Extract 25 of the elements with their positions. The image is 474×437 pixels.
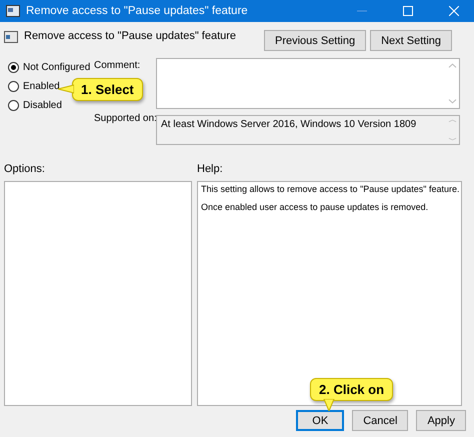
- options-label: Options:: [4, 163, 45, 177]
- comment-field[interactable]: [156, 58, 460, 109]
- apply-button[interactable]: Apply: [416, 410, 466, 431]
- ok-button[interactable]: OK: [296, 410, 344, 431]
- policy-icon: [4, 31, 18, 43]
- cancel-button[interactable]: Cancel: [352, 410, 408, 431]
- callout-pointer: [58, 84, 74, 94]
- window-title: Remove access to "Pause updates" feature: [26, 5, 249, 17]
- supported-on-label: Supported on:: [94, 112, 157, 124]
- help-text: This setting allows to remove access to "Pause updates" feature.: [201, 184, 458, 194]
- callout-pointer: [323, 399, 335, 411]
- comment-label: Comment:: [94, 59, 140, 71]
- next-setting-button[interactable]: Next Setting: [370, 30, 452, 51]
- setting-title: Remove access to "Pause updates" feature: [24, 30, 238, 42]
- maximize-icon: [403, 6, 413, 16]
- help-text: Once enabled user access to pause updates is removed.: [201, 202, 430, 212]
- help-label: Help:: [197, 163, 223, 177]
- radio-option[interactable]: Not Configured: [8, 60, 94, 74]
- callout-text: 1. Select: [72, 78, 143, 101]
- supported-on-text: At least Windows Server 2016, Windows 10 Version 1809: [161, 119, 416, 130]
- previous-setting-button[interactable]: Previous Setting: [264, 30, 366, 51]
- policy-icon: [6, 5, 20, 17]
- minimize-icon: [357, 10, 367, 12]
- radio-option[interactable]: Disabled: [8, 98, 94, 112]
- close-icon: [449, 6, 459, 16]
